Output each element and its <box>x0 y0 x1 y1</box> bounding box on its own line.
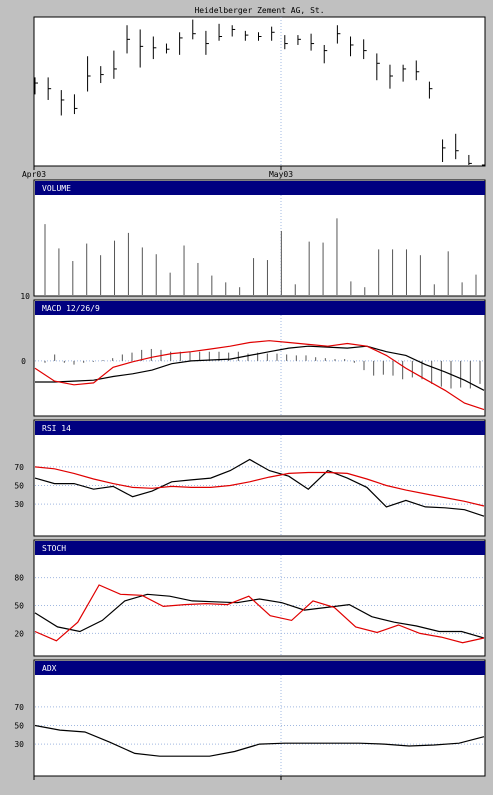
macd-panel <box>33 299 486 417</box>
macd-label: MACD 12/26/9 <box>42 304 100 313</box>
x-tick-label: Apr03 <box>22 170 46 179</box>
rsi-header-bar <box>35 421 485 435</box>
adx-label: ADX <box>42 664 57 673</box>
volume-panel <box>33 179 486 297</box>
stoch-panel <box>33 539 486 657</box>
adx-panel <box>33 659 486 777</box>
volume-label: VOLUME <box>42 184 71 193</box>
rsi-label: RSI 14 <box>42 424 71 433</box>
stoch-header-bar <box>35 541 485 555</box>
panels-layer <box>33 16 486 777</box>
adx-ytick: 30 <box>14 740 24 749</box>
x-tick-label: May03 <box>269 170 293 179</box>
chart-title: Heidelberger Zement AG, St. <box>194 6 324 15</box>
stoch-ytick: 20 <box>14 629 24 638</box>
macd-header-bar <box>35 301 485 315</box>
stoch-label: STOCH <box>42 544 66 553</box>
stock-chart-frame: Heidelberger Zement AG, St. Apr03 May03 VOL… <box>0 0 493 795</box>
stoch-ytick: 80 <box>14 574 24 583</box>
rsi-panel <box>33 419 486 537</box>
stoch-ytick: 50 <box>14 602 24 611</box>
technical-analysis-chart: Heidelberger Zement AG, St. Apr03 May03 VOL… <box>0 0 493 795</box>
adx-ytick: 50 <box>14 722 24 731</box>
volume-ytick: 10 <box>20 292 30 301</box>
rsi-ytick: 30 <box>14 500 24 509</box>
rsi-ytick: 50 <box>14 482 24 491</box>
price-panel <box>33 16 486 167</box>
macd-ytick: 0 <box>21 357 26 366</box>
rsi-ytick: 70 <box>14 463 24 472</box>
adx-header-bar <box>35 661 485 675</box>
volume-header-bar <box>35 181 485 195</box>
adx-ytick: 70 <box>14 703 24 712</box>
